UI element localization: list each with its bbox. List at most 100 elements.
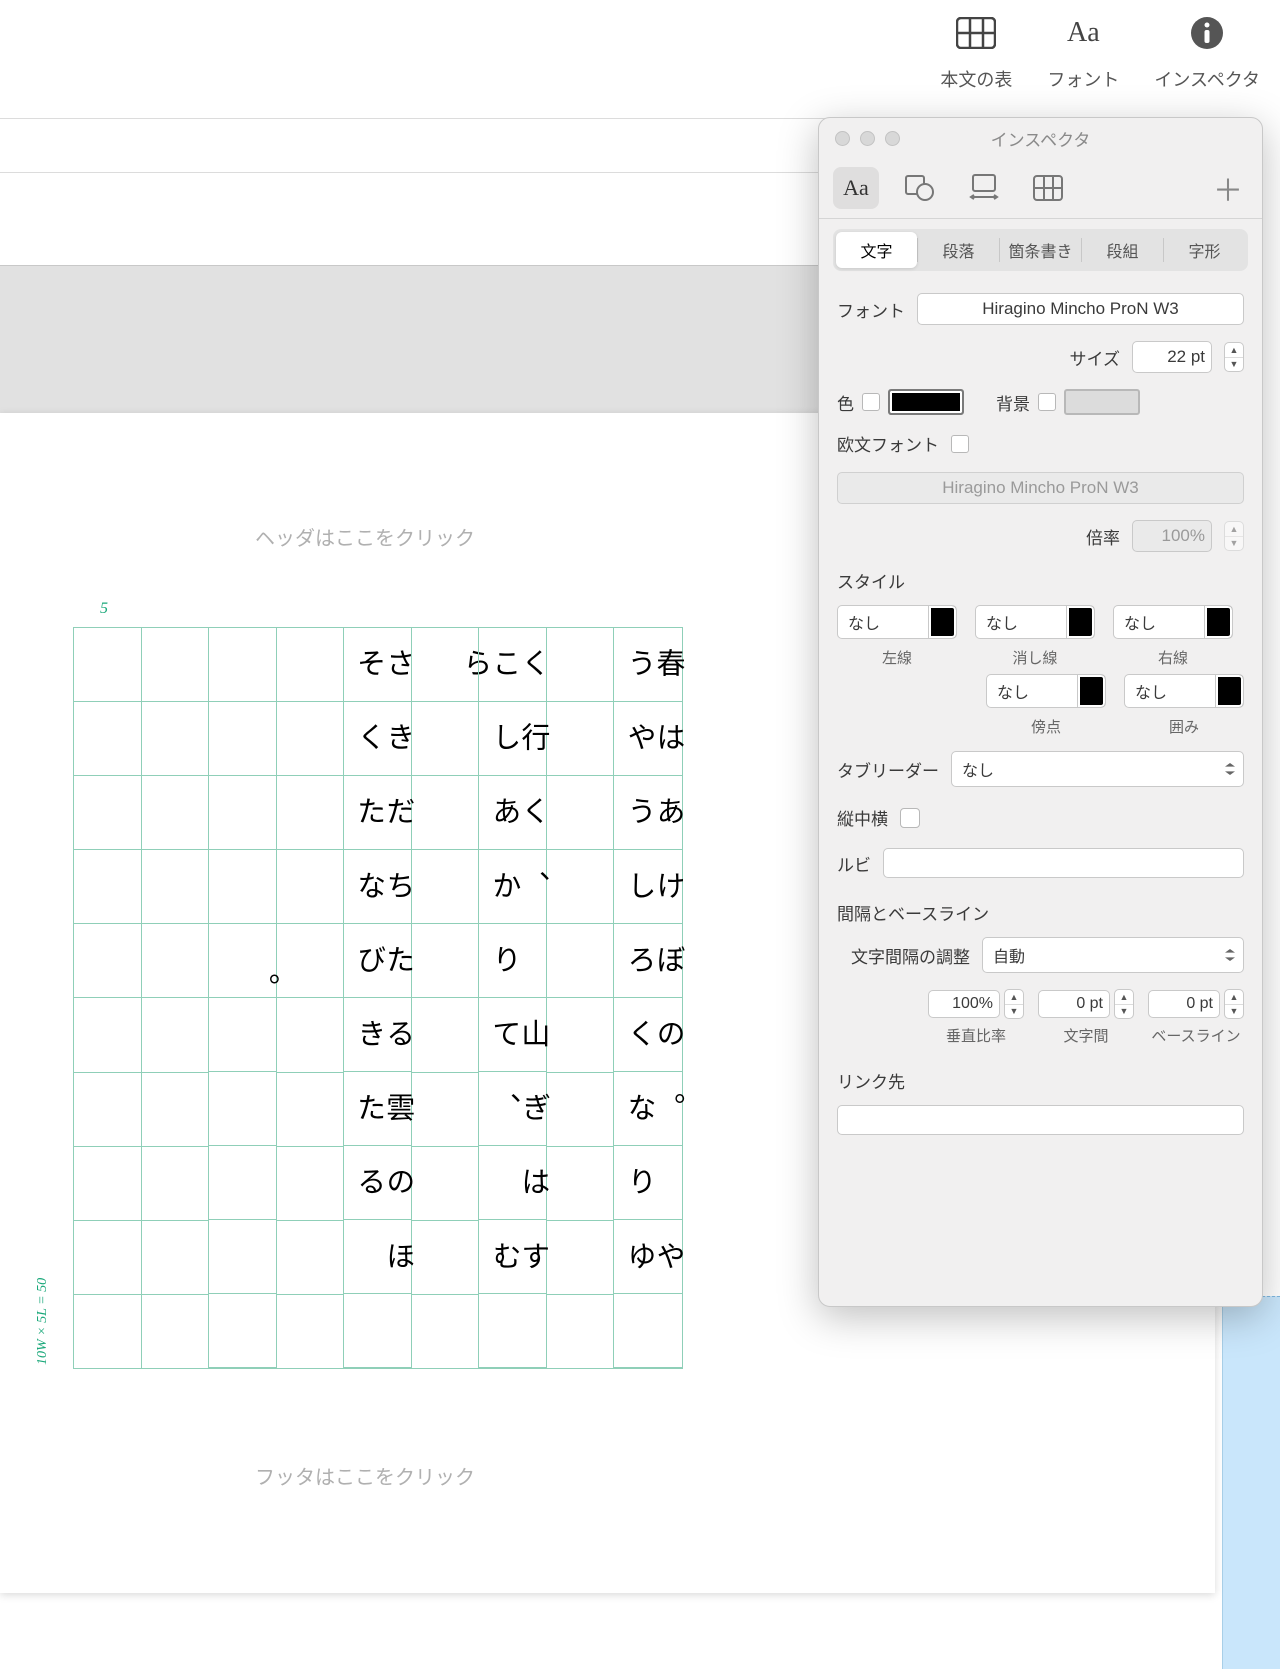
scale-stepper: ▲▼ [1224, 521, 1244, 551]
grid-column [412, 628, 480, 1368]
grid-cell [74, 1295, 142, 1368]
grid-cell [74, 702, 142, 776]
inspector-tab-layout[interactable] [961, 167, 1007, 209]
baseline-stepper[interactable]: ▲▼ [1224, 989, 1244, 1019]
manuscript-grid[interactable]: 春はあけぼの︒ やうやうしろくなりゆく行く︑ 山ぎはすこしあかりて︑ むらさきだ… [73, 627, 683, 1369]
subtab-bullets[interactable]: 箇条書き [1000, 232, 1081, 268]
right-gutter-selection [1222, 1296, 1280, 1669]
link-input[interactable] [837, 1105, 1244, 1135]
inspector-category-tabs: Aa ＋ [819, 158, 1262, 218]
grid-column [142, 628, 210, 1368]
text-content[interactable]: 春はあけぼの︒ やうやうしろくなりゆ [614, 626, 682, 1372]
grid-cell [74, 1147, 142, 1221]
grid-cell [412, 1295, 480, 1368]
tatechuyoko-label: 縦中横 [837, 805, 888, 830]
header-placeholder[interactable]: ヘッダはここをクリック [255, 522, 475, 551]
grid-cell [412, 1147, 480, 1221]
tab-leader-select[interactable]: なし [951, 751, 1244, 787]
grid-cell [412, 924, 480, 998]
vratio-stepper[interactable]: ▲▼ [1004, 989, 1024, 1019]
inspector-add-tab[interactable]: ＋ [1208, 166, 1248, 210]
toolbar-inspector-label: インスペクタ [1154, 66, 1260, 92]
strikethrough-select[interactable]: なし [975, 605, 1095, 639]
tatechuyoko-checkbox[interactable] [900, 808, 920, 828]
main-toolbar: 本文の表 Aa フォント インスペクタ [0, 0, 1280, 118]
grid-cell [412, 1073, 480, 1147]
grid-cell [412, 702, 480, 776]
grid-dimensions-label: 10W × 5L = 50 [35, 1278, 51, 1365]
color-checkbox[interactable] [862, 393, 880, 411]
color-label: 色 [837, 390, 854, 415]
left-line-caption: 左線 [882, 647, 912, 668]
inspector-titlebar[interactable]: インスペクタ [819, 118, 1262, 158]
grid-cell [142, 628, 210, 702]
kerning-select[interactable]: 自動 [982, 937, 1244, 973]
table-grid-icon [1033, 175, 1063, 201]
subtab-character[interactable]: 文字 [836, 232, 917, 268]
grid-cell [277, 702, 345, 776]
layout-icon [969, 174, 999, 202]
font-icon: Aa [1063, 15, 1103, 51]
charspace-stepper[interactable]: ▲▼ [1114, 989, 1134, 1019]
font-select[interactable]: Hiragino Mincho ProN W3 [917, 293, 1244, 325]
inspector-tab-shape[interactable] [897, 167, 943, 209]
grid-cell [74, 850, 142, 924]
kerning-label: 文字間隔の調整 [851, 943, 970, 968]
bg-color-swatch[interactable] [1064, 389, 1140, 415]
size-label: サイズ [1070, 345, 1121, 370]
grid-cell [74, 628, 142, 702]
inspector-tab-text[interactable]: Aa [833, 167, 879, 209]
grid-cell [142, 1073, 210, 1147]
toolbar-table-button[interactable]: 本文の表 [940, 15, 1012, 92]
grid-cell [412, 628, 480, 702]
text-content[interactable]: ︒ [209, 626, 277, 1372]
baseline-caption: ベースライン [1151, 1025, 1240, 1046]
grid-cell [142, 1295, 210, 1368]
grid-column [547, 628, 615, 1368]
subtab-columns[interactable]: 段組 [1082, 232, 1163, 268]
footer-placeholder[interactable]: フッタはここをクリック [255, 1461, 475, 1490]
kakomi-select[interactable]: なし [1124, 674, 1244, 708]
grid-cell [142, 850, 210, 924]
grid-cell [142, 1221, 210, 1295]
subtab-glyph[interactable]: 字形 [1164, 232, 1245, 268]
strikethrough-caption: 消し線 [1012, 647, 1057, 668]
color-swatch-icon [1066, 606, 1094, 638]
inspector-tab-table[interactable] [1025, 167, 1071, 209]
grid-cell [547, 1147, 615, 1221]
bouten-select[interactable]: なし [986, 674, 1106, 708]
size-stepper[interactable]: ▲▼ [1224, 342, 1244, 372]
grid-cell [277, 998, 345, 1072]
toolbar-font-button[interactable]: Aa フォント [1047, 15, 1119, 92]
grid-cell [74, 776, 142, 850]
vratio-field[interactable]: 100% [928, 990, 1000, 1018]
toolbar-font-label: フォント [1047, 66, 1119, 92]
latin-font-checkbox[interactable] [951, 435, 969, 453]
grid-cell [277, 850, 345, 924]
inspector-title: インスペクタ [819, 126, 1262, 151]
grid-cell [547, 628, 615, 702]
grid-cell [277, 1073, 345, 1147]
ruby-input[interactable] [883, 848, 1244, 878]
toolbar-inspector-button[interactable]: インスペクタ [1154, 15, 1260, 92]
text-color-swatch[interactable] [888, 389, 964, 415]
grid-cell [142, 1147, 210, 1221]
grid-column [74, 628, 142, 1368]
grid-cell [277, 776, 345, 850]
color-swatch-icon [1204, 606, 1232, 638]
size-field[interactable]: 22 pt [1132, 341, 1212, 373]
grid-cell [277, 1221, 345, 1295]
spacing-section-label: 間隔とベースライン [837, 900, 1244, 925]
bg-checkbox[interactable] [1038, 393, 1056, 411]
grid-cell [412, 776, 480, 850]
baseline-field[interactable]: 0 pt [1148, 990, 1220, 1018]
grid-column: ︒ [209, 628, 277, 1368]
text-content[interactable]: さきだちたる雲のほそくたなびきたる [344, 626, 412, 1372]
subtab-paragraph[interactable]: 段落 [918, 232, 999, 268]
grid-cell [277, 1147, 345, 1221]
text-content[interactable]: く行く︑ 山ぎはすこしあかりて︑ むら [479, 626, 547, 1372]
charspace-field[interactable]: 0 pt [1038, 990, 1110, 1018]
left-line-select[interactable]: なし [837, 605, 957, 639]
right-line-select[interactable]: なし [1113, 605, 1233, 639]
grid-cell [74, 924, 142, 998]
